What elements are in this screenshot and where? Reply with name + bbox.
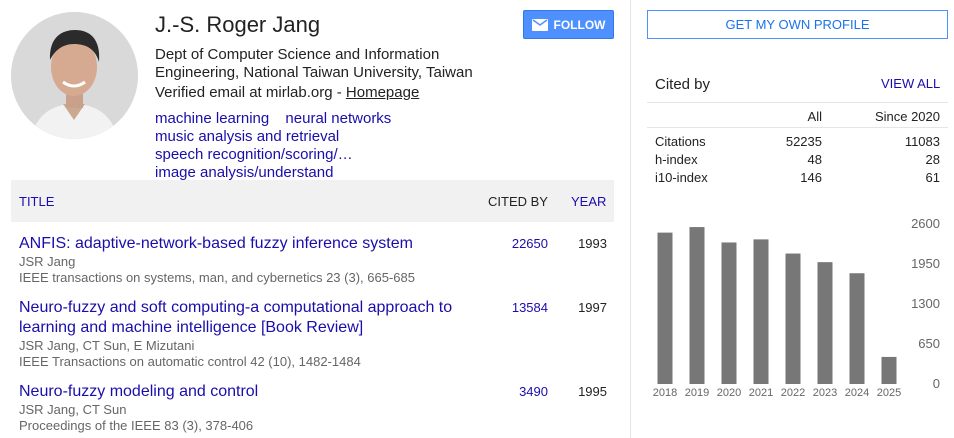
stats-row: h-index 48 28	[655, 152, 940, 170]
paper-authors: JSR Jang	[19, 254, 76, 269]
stat-since: 61	[925, 170, 940, 185]
stat-since: 28	[925, 152, 940, 167]
cited-by-heading: Cited by	[655, 76, 711, 93]
x-tick-label: 2025	[877, 387, 901, 399]
paper-authors: JSR Jang, CT Sun, E Mizutani	[19, 338, 195, 353]
cited-by-link[interactable]: 13584	[491, 300, 548, 315]
stat-since: 11083	[904, 134, 940, 149]
cited-by-link[interactable]: 3490	[491, 384, 548, 399]
follow-label: FOLLOW	[553, 17, 606, 32]
paper-year: 1993	[578, 236, 607, 251]
chart-bar[interactable]	[721, 242, 737, 384]
chart-bar[interactable]	[881, 356, 897, 384]
chart-bar[interactable]	[689, 227, 705, 384]
homepage-link[interactable]: Homepage	[346, 84, 419, 101]
paper-year: 1995	[578, 384, 607, 399]
interest-link[interactable]: speech recognition/scoring/…	[155, 146, 353, 163]
paper-venue: IEEE Transactions on automatic control 4…	[19, 354, 361, 369]
y-tick-label: 1950	[911, 256, 940, 271]
y-tick-label: 1300	[911, 296, 940, 311]
x-tick-label: 2018	[653, 387, 677, 399]
x-tick-label: 2023	[813, 387, 837, 399]
paper-venue: IEEE transactions on systems, man, and c…	[19, 270, 415, 285]
cited-by-link[interactable]: 22650	[491, 236, 548, 251]
paper-title[interactable]: Neuro-fuzzy and soft computing-a computa…	[19, 298, 469, 338]
table-row: ANFIS: adaptive-network-based fuzzy infe…	[19, 234, 614, 286]
column-divider	[630, 0, 631, 438]
x-tick-label: 2021	[749, 387, 773, 399]
chart-bar[interactable]	[849, 273, 865, 384]
get-my-own-profile-button[interactable]: GET MY OWN PROFILE	[647, 10, 948, 39]
stats-row: Citations 52235 11083	[655, 134, 940, 152]
x-tick-label: 2020	[717, 387, 741, 399]
paper-title[interactable]: Neuro-fuzzy modeling and control	[19, 382, 469, 402]
table-header: TITLE CITED BY YEAR	[11, 180, 614, 222]
email-text: Verified email at mirlab.org -	[155, 84, 346, 101]
chart-bar[interactable]	[785, 253, 801, 384]
view-all-link[interactable]: VIEW ALL	[881, 76, 940, 91]
chart-bar[interactable]	[817, 262, 833, 384]
x-tick-label: 2022	[781, 387, 805, 399]
avatar	[11, 12, 138, 139]
interest-link[interactable]: neural networks	[285, 110, 391, 127]
stats-row: i10-index 146 61	[655, 170, 940, 188]
stats-header: All Since 2020	[647, 102, 948, 128]
citations-chart: 2018 2019 2020 2021 2022 2023 2024 2025 2600 1950…	[653, 216, 940, 399]
interest-link[interactable]: machine learning	[155, 110, 269, 127]
chart-bar[interactable]	[657, 232, 673, 384]
paper-authors: JSR Jang, CT Sun	[19, 402, 127, 417]
profile-photo	[11, 12, 138, 139]
stats-col-since: Since 2020	[874, 109, 940, 124]
y-tick-label: 0	[933, 376, 940, 391]
sort-title[interactable]: TITLE	[19, 194, 54, 209]
paper-year: 1997	[578, 300, 607, 315]
y-tick-label: 650	[918, 336, 940, 351]
paper-venue: Proceedings of the IEEE 83 (3), 378-406	[19, 418, 254, 433]
x-tick-label: 2019	[685, 387, 709, 399]
table-row: Neuro-fuzzy modeling and control JSR Jan…	[19, 382, 614, 434]
y-tick-label: 2600	[911, 216, 940, 231]
sort-year[interactable]: YEAR	[571, 194, 606, 209]
chart-bar[interactable]	[753, 239, 769, 384]
profile-name: J.-S. Roger Jang	[155, 12, 321, 37]
interests: machine learning neural networks music a…	[155, 110, 555, 182]
sort-cited-by[interactable]: CITED BY	[488, 194, 548, 209]
follow-button[interactable]: FOLLOW	[523, 10, 614, 39]
interest-link[interactable]: music analysis and retrieval	[155, 128, 339, 145]
profile-email: Verified email at mirlab.org - Homepage	[155, 84, 419, 101]
table-row: Neuro-fuzzy and soft computing-a computa…	[19, 298, 614, 370]
paper-title[interactable]: ANFIS: adaptive-network-based fuzzy infe…	[19, 234, 469, 254]
mail-icon	[531, 18, 548, 31]
interest-link[interactable]: image analysis/understand	[155, 164, 333, 181]
x-tick-label: 2024	[845, 387, 869, 399]
profile-affiliation: Dept of Computer Science and Information…	[155, 46, 473, 81]
